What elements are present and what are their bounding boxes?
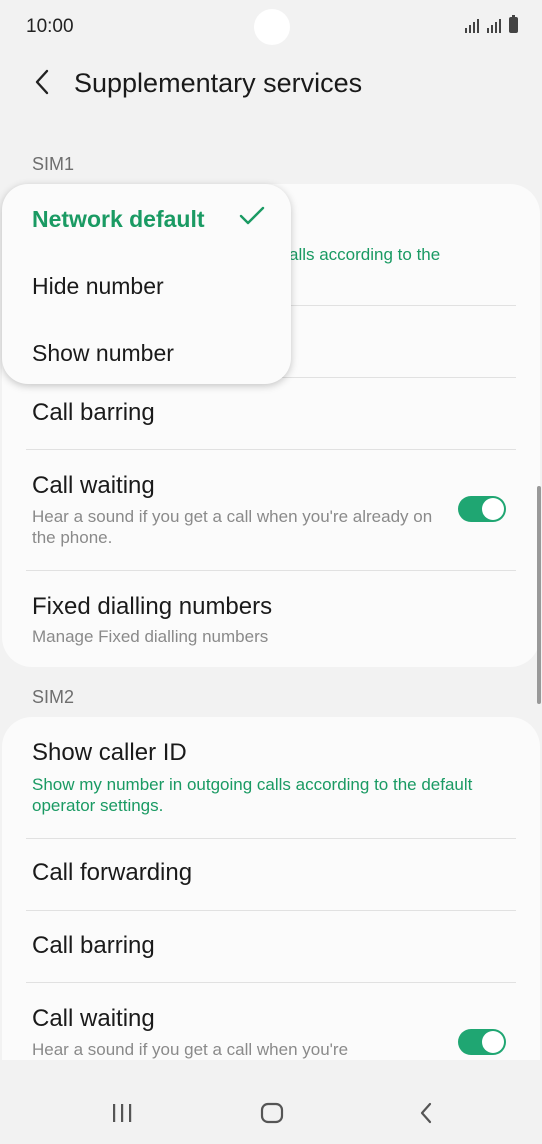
- row-title: Call barring: [32, 399, 155, 426]
- option-show-number[interactable]: Show number: [32, 340, 174, 367]
- chevron-left-icon: [35, 69, 49, 95]
- back-icon: [420, 1102, 432, 1124]
- row-title: Call waiting: [32, 1005, 155, 1032]
- status-icons: [465, 15, 518, 33]
- divider: [26, 838, 516, 839]
- sim1-section-label: SIM1: [32, 154, 75, 174]
- toggle-knob: [482, 1031, 504, 1053]
- toggle-knob: [482, 498, 504, 520]
- home-button[interactable]: [254, 1098, 290, 1128]
- sim2-section-label: SIM2: [32, 687, 75, 707]
- check-icon: [239, 206, 265, 225]
- battery-icon: [509, 15, 518, 33]
- home-icon: [260, 1102, 284, 1124]
- signal-icon: [487, 17, 501, 33]
- status-time: 10:00: [26, 16, 74, 37]
- divider: [26, 449, 516, 450]
- signal-icon: [465, 17, 479, 33]
- divider: [26, 982, 516, 983]
- sim2-call-forwarding[interactable]: Call forwarding: [32, 859, 514, 887]
- nav-back-button[interactable]: [408, 1098, 444, 1128]
- row-title: Call barring: [32, 932, 155, 959]
- recent-apps-button[interactable]: [104, 1098, 140, 1128]
- back-button[interactable]: [28, 66, 56, 98]
- sim1-call-waiting[interactable]: Call waiting Hear a sound if you get a c…: [32, 472, 440, 548]
- sim2-call-barring[interactable]: Call barring: [32, 932, 514, 960]
- row-subtitle: Hear a sound if you get a call when you'…: [32, 1040, 349, 1059]
- sim2-card: Show caller ID Show my number in outgoin…: [2, 717, 540, 1060]
- sim1-call-barring[interactable]: Call barring: [32, 399, 514, 427]
- sim2-call-waiting[interactable]: Call waiting Hear a sound if you get a c…: [32, 1005, 440, 1060]
- navigation-bar: [0, 1080, 542, 1144]
- row-subtitle: Show my number in outgoing calls accordi…: [32, 775, 473, 815]
- scrollbar[interactable]: [537, 486, 541, 704]
- row-title: Call waiting: [32, 472, 155, 499]
- row-subtitle: Manage Fixed dialling numbers: [32, 627, 269, 646]
- sim2-show-caller-id[interactable]: Show caller ID Show my number in outgoin…: [32, 739, 514, 816]
- row-title: Fixed dialling numbers: [32, 593, 273, 620]
- sim1-fixed-dialling-numbers[interactable]: Fixed dialling numbers Manage Fixed dial…: [32, 593, 514, 647]
- caller-id-options-menu: Network default Hide number Show number: [2, 184, 291, 384]
- recent-apps-icon: [113, 1104, 132, 1122]
- status-bar: 10:00: [0, 0, 542, 54]
- option-network-default[interactable]: Network default: [32, 206, 205, 233]
- call-waiting-toggle[interactable]: [458, 496, 506, 522]
- app-header: Supplementary services: [0, 54, 542, 114]
- sim2-call-waiting-toggle[interactable]: [458, 1029, 506, 1055]
- row-subtitle: Hear a sound if you get a call when you'…: [32, 507, 433, 547]
- divider: [26, 570, 516, 571]
- divider: [26, 910, 516, 911]
- row-title: Call forwarding: [32, 859, 193, 886]
- row-title: Show caller ID: [32, 739, 187, 766]
- camera-cutout: [254, 9, 290, 45]
- option-hide-number[interactable]: Hide number: [32, 273, 164, 300]
- page-title: Supplementary services: [74, 68, 363, 98]
